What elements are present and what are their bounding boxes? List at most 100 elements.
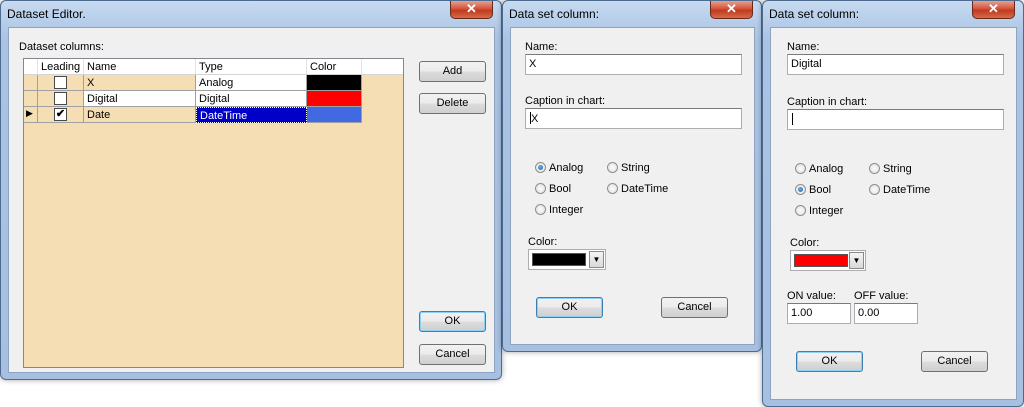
close-button[interactable]: ✕ — [450, 1, 493, 19]
off-value-label: OFF value: — [854, 290, 909, 302]
window-title: Data set column: — [509, 7, 600, 21]
row-header-current[interactable]: ▶ — [24, 107, 38, 123]
radio-label: Analog — [809, 163, 844, 175]
radio-label: String — [883, 163, 912, 175]
column-header-leading[interactable]: Leading — [38, 59, 84, 75]
radio-label: Bool — [549, 183, 572, 195]
radio-empty-icon — [535, 183, 546, 194]
color-dropdown[interactable]: ▼ — [790, 250, 866, 271]
close-icon: ✕ — [726, 1, 737, 16]
window-title: Data set column: — [769, 7, 860, 21]
color-dropdown[interactable]: ▼ — [528, 249, 606, 270]
leading-cell[interactable]: ✔ — [38, 107, 84, 123]
name-label: Name: — [525, 41, 558, 53]
caption-input[interactable]: X — [525, 108, 742, 129]
dataset-columns-grid[interactable]: Leading Name Type Color X Analog Digital… — [23, 58, 404, 368]
column-header-type[interactable]: Type — [196, 59, 307, 75]
column-header-color[interactable]: Color — [307, 59, 362, 75]
color-swatch — [532, 253, 586, 266]
close-button[interactable]: ✕ — [972, 1, 1015, 19]
column-header-name[interactable]: Name — [84, 59, 196, 75]
dialog-body: Name: Digital Caption in chart: Analog S… — [770, 27, 1017, 400]
type-radio-string[interactable]: String — [869, 163, 912, 175]
radio-empty-icon — [795, 205, 806, 216]
delete-button[interactable]: Delete — [419, 93, 486, 114]
leading-checkbox[interactable] — [54, 92, 67, 105]
type-cell-selected[interactable]: DateTime — [196, 107, 307, 123]
color-cell[interactable] — [307, 91, 362, 107]
ok-button[interactable]: OK — [796, 351, 863, 372]
cancel-button[interactable]: Cancel — [419, 344, 486, 365]
row-header-corner — [24, 59, 38, 75]
type-radio-integer[interactable]: Integer — [795, 205, 843, 217]
name-input[interactable]: X — [525, 54, 742, 75]
radio-empty-icon — [607, 183, 618, 194]
add-button[interactable]: Add — [419, 61, 486, 82]
caption-label: Caption in chart: — [525, 95, 606, 107]
text-caret — [792, 113, 793, 125]
dropdown-arrow-icon[interactable]: ▼ — [589, 251, 604, 268]
type-radio-integer[interactable]: Integer — [535, 204, 583, 216]
radio-label: Integer — [809, 205, 844, 217]
type-radio-analog[interactable]: Analog — [535, 162, 583, 174]
radio-empty-icon — [795, 163, 806, 174]
column-header-filler — [362, 59, 403, 75]
close-button[interactable]: ✕ — [710, 1, 753, 19]
radio-empty-icon — [607, 162, 618, 173]
caption-label: Caption in chart: — [787, 96, 868, 108]
row-header[interactable] — [24, 75, 38, 91]
leading-cell[interactable] — [38, 75, 84, 91]
name-cell[interactable]: Date — [84, 107, 196, 123]
radio-empty-icon — [535, 204, 546, 215]
caption-input-value: X — [531, 113, 539, 125]
off-value-input[interactable]: 0.00 — [854, 303, 918, 324]
radio-empty-icon — [869, 184, 880, 195]
color-cell[interactable] — [307, 107, 362, 123]
dialog-body: Dataset columns: Leading Name Type Color… — [8, 27, 495, 373]
radio-selected-icon — [535, 162, 546, 173]
dataset-editor-window: Dataset Editor. ✕ Dataset columns: Leadi… — [0, 0, 502, 380]
close-icon: ✕ — [466, 1, 477, 16]
leading-checkbox[interactable] — [54, 76, 67, 89]
type-radio-datetime[interactable]: DateTime — [607, 183, 668, 195]
type-radio-datetime[interactable]: DateTime — [869, 184, 930, 196]
radio-label: Bool — [809, 184, 832, 196]
column-dialog-x: Data set column: ✕ Name: X Caption in ch… — [502, 0, 762, 352]
dropdown-arrow-icon[interactable]: ▼ — [849, 252, 864, 269]
row-header[interactable] — [24, 91, 38, 107]
caption-input[interactable] — [787, 109, 1004, 130]
type-cell[interactable]: Digital — [196, 91, 307, 107]
color-label: Color: — [528, 236, 558, 248]
ok-button[interactable]: OK — [536, 297, 603, 318]
type-cell[interactable]: Analog — [196, 75, 307, 91]
type-radio-string[interactable]: String — [607, 162, 650, 174]
cancel-button[interactable]: Cancel — [661, 297, 728, 318]
leading-checkbox[interactable]: ✔ — [54, 108, 67, 121]
type-radio-bool[interactable]: Bool — [535, 183, 571, 195]
current-row-indicator-icon: ▶ — [26, 108, 33, 118]
dialog-body: Name: X Caption in chart: X Analog Strin… — [510, 27, 755, 345]
radio-label: Integer — [549, 204, 584, 216]
name-cell[interactable]: Digital — [84, 91, 196, 107]
radio-empty-icon — [869, 163, 880, 174]
color-label: Color: — [790, 237, 820, 249]
type-radio-analog[interactable]: Analog — [795, 163, 843, 175]
radio-label: DateTime — [883, 184, 931, 196]
radio-label: DateTime — [621, 183, 669, 195]
name-label: Name: — [787, 41, 820, 53]
name-input[interactable]: Digital — [787, 54, 1004, 75]
radio-label: String — [621, 162, 650, 174]
window-title: Dataset Editor. — [7, 7, 86, 21]
ok-button[interactable]: OK — [419, 311, 486, 332]
color-cell[interactable] — [307, 75, 362, 91]
type-radio-bool[interactable]: Bool — [795, 184, 831, 196]
on-value-label: ON value: — [787, 290, 836, 302]
cancel-button[interactable]: Cancel — [921, 351, 988, 372]
color-swatch — [794, 254, 848, 267]
radio-selected-icon — [795, 184, 806, 195]
leading-cell[interactable] — [38, 91, 84, 107]
dataset-columns-label: Dataset columns: — [19, 41, 104, 53]
on-value-input[interactable]: 1.00 — [787, 303, 851, 324]
column-dialog-digital: Data set column: ✕ Name: Digital Caption… — [762, 0, 1024, 407]
name-cell[interactable]: X — [84, 75, 196, 91]
